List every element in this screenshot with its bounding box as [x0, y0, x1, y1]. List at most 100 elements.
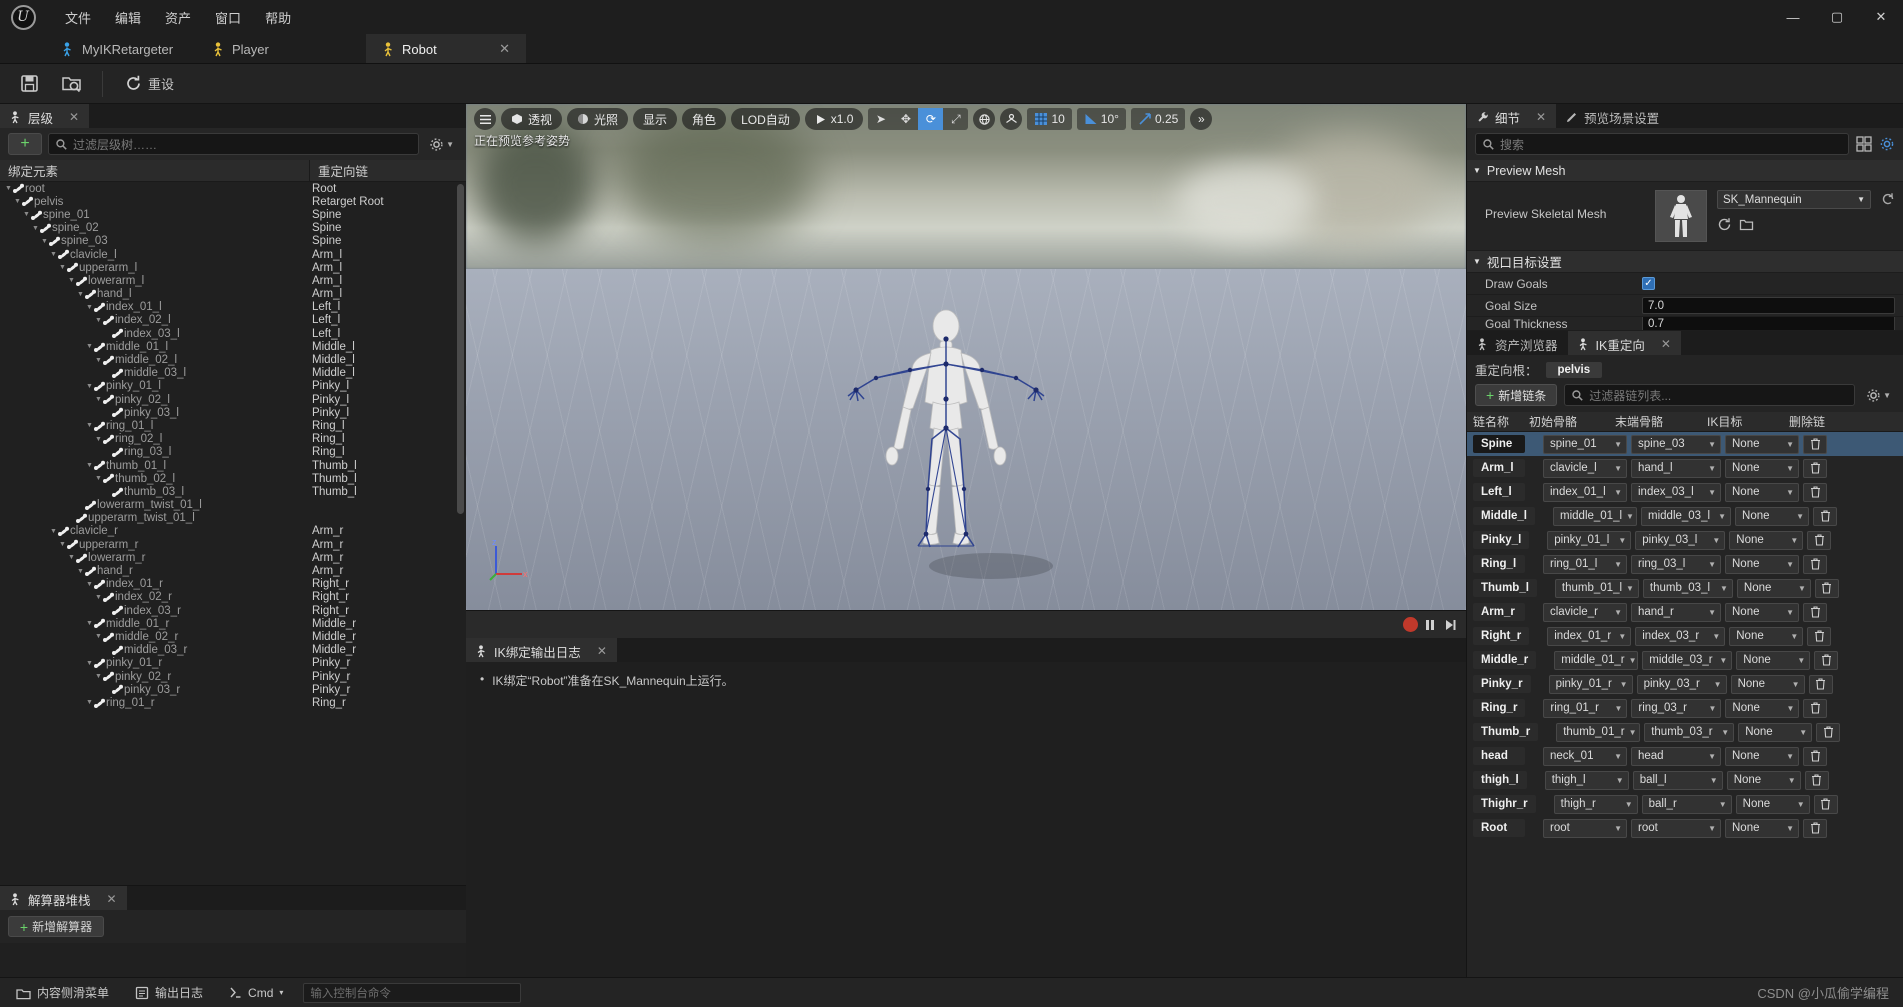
- viewport-lighting-button[interactable]: 光照: [567, 108, 629, 130]
- tab-myikretargeter[interactable]: MyIKRetargeter: [46, 34, 196, 64]
- expand-arrow-icon[interactable]: ▼: [85, 581, 94, 588]
- hierarchy-row[interactable]: ▼ spine_02 Spine: [0, 222, 466, 235]
- end-bone-dropdown[interactable]: hand_l ▼: [1631, 458, 1721, 478]
- chain-name[interactable]: head: [1473, 747, 1525, 765]
- chain-row[interactable]: Thighr_r thigh_r ▼ ball_r ▼ None ▼: [1467, 792, 1903, 816]
- end-bone-dropdown[interactable]: thumb_03_l ▼: [1642, 578, 1733, 598]
- expand-arrow-icon[interactable]: ▼: [49, 251, 58, 258]
- select-tool-icon[interactable]: ➤: [868, 108, 893, 130]
- chains-settings-button[interactable]: ▼: [1862, 388, 1895, 403]
- hierarchy-row[interactable]: upperarm_twist_01_l: [0, 512, 466, 525]
- preview-mesh-combo[interactable]: SK_Mannequin ▼: [1717, 190, 1871, 209]
- start-bone-dropdown[interactable]: clavicle_r ▼: [1543, 602, 1627, 622]
- retarget-root-value[interactable]: pelvis: [1545, 361, 1603, 378]
- expand-arrow-icon[interactable]: ▼: [85, 462, 94, 469]
- ik-goal-dropdown[interactable]: None ▼: [1725, 602, 1799, 622]
- chain-row[interactable]: Root root ▼ root ▼ None ▼: [1467, 816, 1903, 840]
- expand-arrow-icon[interactable]: ▼: [31, 225, 40, 232]
- hierarchy-row[interactable]: ▼ ring_02_l Ring_l: [0, 433, 466, 446]
- preview-mesh-thumbnail[interactable]: [1655, 190, 1707, 242]
- close-icon[interactable]: ✕: [597, 644, 607, 658]
- add-solver-button[interactable]: + 新增解算器: [8, 916, 104, 937]
- hierarchy-row[interactable]: ▼ lowerarm_l Arm_l: [0, 274, 466, 287]
- tab-player[interactable]: Player: [196, 34, 366, 64]
- expand-arrow-icon[interactable]: ▼: [85, 343, 94, 350]
- solver-list[interactable]: [0, 943, 466, 977]
- tab-asset-browser[interactable]: 资产浏览器: [1467, 331, 1568, 355]
- delete-chain-button[interactable]: [1813, 794, 1838, 814]
- ik-goal-dropdown[interactable]: None ▼: [1725, 434, 1799, 454]
- step-forward-icon[interactable]: [1442, 617, 1458, 633]
- delete-chain-button[interactable]: [1814, 650, 1839, 670]
- hierarchy-filter-input[interactable]: 过滤层级树……: [48, 133, 420, 155]
- hierarchy-row[interactable]: ▼ pinky_01_l Pinky_l: [0, 380, 466, 393]
- chain-name[interactable]: Arm_r: [1473, 603, 1525, 621]
- pause-icon[interactable]: [1422, 617, 1438, 633]
- chain-row[interactable]: Arm_r clavicle_r ▼ hand_r ▼ None ▼: [1467, 600, 1903, 624]
- close-icon[interactable]: ✕: [1536, 110, 1546, 124]
- start-bone-dropdown[interactable]: thumb_01_l ▼: [1554, 578, 1639, 598]
- end-bone-dropdown[interactable]: ring_03_r ▼: [1631, 698, 1722, 718]
- ik-goal-dropdown[interactable]: None ▼: [1735, 506, 1810, 526]
- expand-arrow-icon[interactable]: ▼: [67, 277, 76, 284]
- end-bone-dropdown[interactable]: ball_l ▼: [1632, 770, 1723, 790]
- start-bone-dropdown[interactable]: root ▼: [1543, 818, 1627, 838]
- start-bone-dropdown[interactable]: index_01_l ▼: [1543, 482, 1627, 502]
- chain-row[interactable]: Middle_l middle_01_l ▼ middle_03_l ▼ None ▼: [1467, 504, 1903, 528]
- delete-chain-button[interactable]: [1803, 818, 1827, 838]
- start-bone-dropdown[interactable]: thigh_r ▼: [1553, 794, 1638, 814]
- menu-asset[interactable]: 资产: [154, 3, 202, 32]
- end-bone-dropdown[interactable]: ring_03_l ▼: [1631, 554, 1721, 574]
- viewport-character-button[interactable]: 角色: [682, 108, 727, 130]
- reset-arrow-icon[interactable]: [1881, 190, 1895, 206]
- viewport-menu-button[interactable]: [474, 108, 496, 130]
- details-search-input[interactable]: 搜索: [1475, 133, 1849, 155]
- goal-size-input[interactable]: 7.0: [1642, 297, 1895, 314]
- minimize-button[interactable]: —: [1771, 0, 1815, 34]
- add-chain-button[interactable]: + 新增链条: [1475, 384, 1558, 406]
- expand-arrow-icon[interactable]: ▼: [4, 185, 13, 192]
- chain-name[interactable]: Spine: [1473, 435, 1525, 453]
- hierarchy-row[interactable]: ▼ middle_01_r Middle_r: [0, 617, 466, 630]
- hierarchy-row[interactable]: ▼ upperarm_r Arm_r: [0, 538, 466, 551]
- hierarchy-row[interactable]: ▼ clavicle_l Arm_l: [0, 248, 466, 261]
- end-bone-dropdown[interactable]: index_03_l ▼: [1631, 482, 1721, 502]
- grid-snap-control[interactable]: 10: [1027, 108, 1072, 130]
- maximize-button[interactable]: ▢: [1815, 0, 1859, 34]
- ik-goal-dropdown[interactable]: None ▼: [1735, 794, 1810, 814]
- reset-button[interactable]: 重设: [115, 69, 184, 98]
- tab-solver-stack[interactable]: 解算器堆栈 ✕: [0, 886, 127, 910]
- delete-chain-button[interactable]: [1807, 530, 1832, 550]
- chain-row[interactable]: Ring_l ring_01_l ▼ ring_03_l ▼ None ▼: [1467, 552, 1903, 576]
- viewport-playrate-button[interactable]: x1.0: [804, 108, 864, 130]
- close-icon[interactable]: ✕: [483, 41, 510, 57]
- hierarchy-row[interactable]: ring_03_l Ring_l: [0, 446, 466, 459]
- end-bone-dropdown[interactable]: middle_03_r ▼: [1642, 650, 1733, 670]
- rotation-snap-control[interactable]: 10°: [1076, 108, 1126, 130]
- chain-name[interactable]: Arm_l: [1473, 459, 1525, 477]
- hierarchy-row[interactable]: ▼ hand_r Arm_r: [0, 564, 466, 577]
- viewport-perspective-button[interactable]: 透视: [501, 108, 563, 130]
- delete-chain-button[interactable]: [1803, 458, 1827, 478]
- end-bone-dropdown[interactable]: head ▼: [1631, 746, 1721, 766]
- chain-name[interactable]: Middle_l: [1473, 507, 1536, 525]
- log-content[interactable]: • IK绑定“Robot”准备在SK_Mannequin上运行。: [466, 662, 1466, 977]
- tab-ik-retarget[interactable]: IK重定向 ✕: [1567, 331, 1681, 355]
- hierarchy-row[interactable]: middle_03_r Middle_r: [0, 644, 466, 657]
- start-bone-dropdown[interactable]: thumb_01_r ▼: [1556, 722, 1641, 742]
- close-icon[interactable]: ✕: [1661, 337, 1671, 351]
- hierarchy-row[interactable]: middle_03_l Middle_l: [0, 367, 466, 380]
- hierarchy-row[interactable]: ▼ pinky_02_r Pinky_r: [0, 670, 466, 683]
- chain-name[interactable]: Left_l: [1473, 483, 1525, 501]
- hierarchy-row[interactable]: ▼ index_01_l Left_l: [0, 301, 466, 314]
- delete-chain-button[interactable]: [1804, 770, 1829, 790]
- browse-icon[interactable]: [1717, 217, 1732, 232]
- hierarchy-row[interactable]: lowerarm_twist_01_l: [0, 499, 466, 512]
- ik-goal-dropdown[interactable]: None ▼: [1738, 722, 1813, 742]
- end-bone-dropdown[interactable]: root ▼: [1631, 818, 1721, 838]
- hierarchy-row[interactable]: ▼ index_02_r Right_r: [0, 591, 466, 604]
- end-bone-dropdown[interactable]: hand_r ▼: [1631, 602, 1721, 622]
- tab-ik-output-log[interactable]: IK绑定输出日志 ✕: [466, 638, 617, 662]
- expand-arrow-icon[interactable]: ▼: [58, 541, 67, 548]
- end-bone-dropdown[interactable]: thumb_03_r ▼: [1644, 722, 1735, 742]
